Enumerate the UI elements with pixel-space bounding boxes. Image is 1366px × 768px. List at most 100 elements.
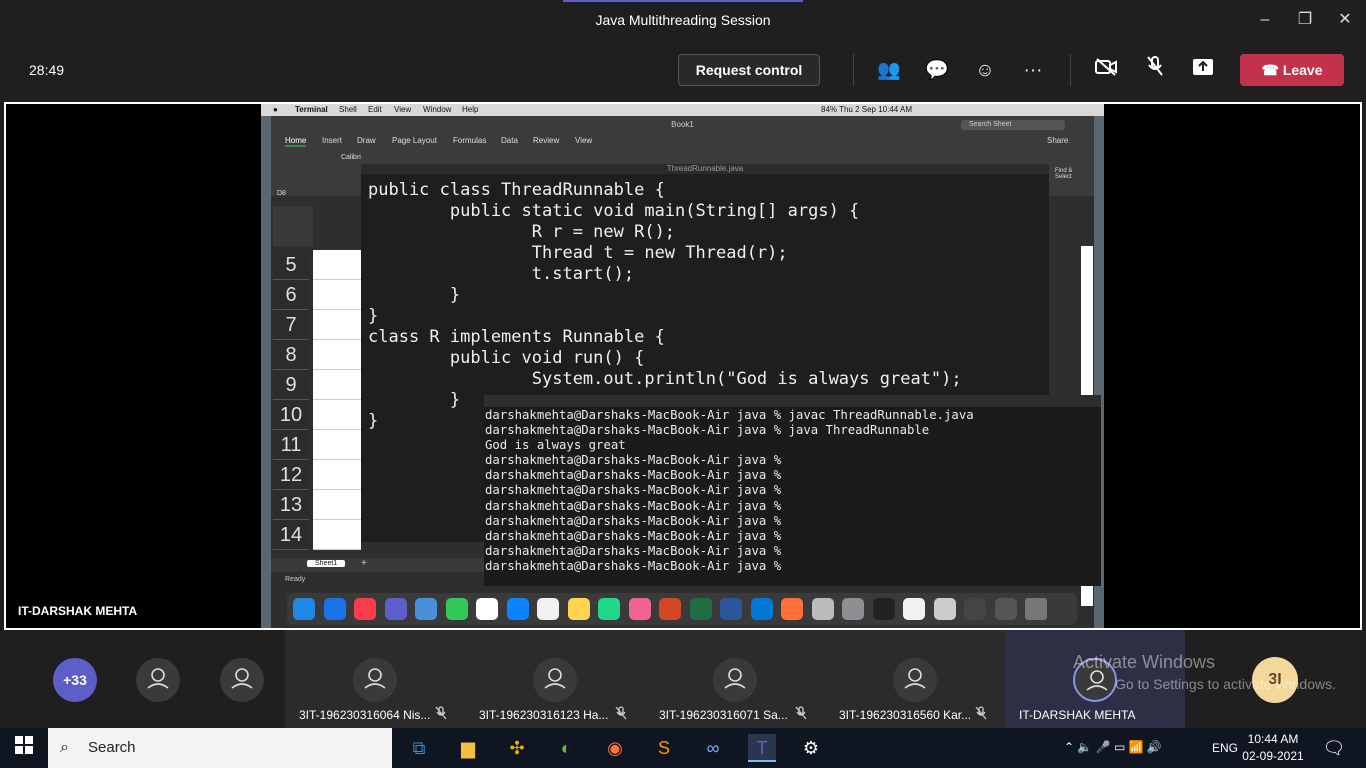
- finder-icon[interactable]: [293, 598, 315, 620]
- photos-icon[interactable]: [628, 598, 651, 620]
- firefox-icon[interactable]: [781, 598, 803, 620]
- chat-icon[interactable]: 💬: [922, 56, 952, 86]
- notifications-icon[interactable]: 🗨: [1320, 734, 1348, 762]
- grid-cell[interactable]: [313, 430, 361, 460]
- grid-cell[interactable]: [313, 400, 361, 430]
- window-icon[interactable]: [964, 598, 986, 620]
- participant-tile[interactable]: 3IT-196230316071 Sa...: [645, 630, 825, 728]
- notes-icon[interactable]: [567, 598, 590, 620]
- file-explorer-icon[interactable]: ▆: [454, 734, 482, 762]
- facetime-icon[interactable]: [445, 598, 468, 620]
- sublime-icon[interactable]: S: [650, 734, 678, 762]
- calendar-icon[interactable]: [476, 598, 498, 620]
- share-screen-icon[interactable]: [1188, 56, 1218, 86]
- reminders-icon[interactable]: [537, 598, 559, 620]
- grid-cell[interactable]: [313, 280, 361, 310]
- participant-tile[interactable]: 3IT-196230316123 Ha...: [465, 630, 645, 728]
- mac-status: 84% Thu 2 Sep 10:44 AM: [821, 105, 913, 114]
- row-number[interactable]: 14: [273, 520, 309, 550]
- grid-cell[interactable]: [313, 460, 361, 490]
- excel-tab-view[interactable]: View: [575, 136, 592, 145]
- request-control-button[interactable]: Request control: [678, 54, 820, 86]
- app-icon[interactable]: ∞: [699, 734, 727, 762]
- grid-cell[interactable]: [313, 340, 361, 370]
- folder-icon[interactable]: [994, 598, 1017, 620]
- row-number[interactable]: 13: [273, 490, 309, 520]
- participant-tile[interactable]: 3IT-196230316064 Nis...: [285, 630, 465, 728]
- mail-icon[interactable]: [415, 598, 437, 620]
- row-number[interactable]: 8: [273, 340, 309, 370]
- maximize-icon[interactable]: ❐: [1290, 8, 1320, 32]
- row-number[interactable]: 6: [273, 280, 309, 310]
- settings-icon[interactable]: ⚙: [797, 734, 825, 762]
- app-store-icon[interactable]: [506, 598, 529, 620]
- taskbar-search[interactable]: ⌕ Search: [48, 728, 392, 768]
- add-sheet-icon[interactable]: +: [361, 558, 367, 569]
- excel-tab-home[interactable]: Home: [285, 136, 307, 147]
- reactions-icon[interactable]: ☺: [970, 56, 1000, 86]
- files-icon[interactable]: [933, 598, 956, 620]
- powerpoint-icon[interactable]: [659, 598, 681, 620]
- close-icon[interactable]: ✕: [1330, 8, 1360, 32]
- row-number[interactable]: 9: [273, 370, 309, 400]
- row-number[interactable]: 10: [273, 400, 309, 430]
- excel-tab-page-layout[interactable]: Page Layout: [392, 136, 437, 145]
- language-indicator[interactable]: ENG: [1212, 741, 1238, 755]
- sheet-tab[interactable]: Sheet1: [307, 560, 346, 567]
- terminal-minimize-icon[interactable]: [500, 398, 507, 405]
- terminal-window[interactable]: java — -zsh — 80×24 darshakmehta@Darshak…: [484, 395, 1101, 586]
- more-options-icon[interactable]: ···: [1018, 56, 1048, 86]
- textedit-icon[interactable]: [903, 598, 925, 620]
- pycharm-icon[interactable]: [598, 598, 620, 620]
- settings-icon[interactable]: [842, 598, 864, 620]
- terminal-zoom-icon[interactable]: [511, 398, 518, 405]
- minimize-icon[interactable]: –: [1250, 8, 1280, 32]
- preview-icon[interactable]: [811, 598, 834, 620]
- music-icon[interactable]: [354, 598, 376, 620]
- row-number[interactable]: 12: [273, 460, 309, 490]
- system-tray-icons[interactable]: ⌃ 🔈 🎤 ▭ 📶 🔊: [1064, 740, 1162, 754]
- phone-hangup-icon: ☎: [1261, 62, 1279, 78]
- terminal-icon[interactable]: [872, 598, 895, 620]
- grid-cell[interactable]: [313, 250, 361, 280]
- taskbar-clock[interactable]: 10:44 AM 02-09-2021: [1240, 731, 1306, 765]
- remote-desktop-icon[interactable]: [750, 598, 773, 620]
- font-name[interactable]: Calibri: [341, 154, 361, 161]
- grid-cell[interactable]: [313, 520, 361, 550]
- trash-icon[interactable]: [1025, 598, 1047, 620]
- word-icon[interactable]: [720, 598, 742, 620]
- grid-cell[interactable]: [313, 490, 361, 520]
- terminal-close-icon[interactable]: [489, 398, 496, 405]
- select-all-corner[interactable]: [273, 206, 313, 246]
- more-participants-badge[interactable]: +33: [53, 658, 97, 702]
- firefox-icon[interactable]: ◉: [601, 734, 629, 762]
- participant-tile[interactable]: 3IT-196230316560 Kar...: [825, 630, 1005, 728]
- excel-tab-insert[interactable]: Insert: [322, 136, 342, 145]
- excel-search[interactable]: Search Sheet: [961, 120, 1065, 130]
- teams-icon[interactable]: [384, 598, 407, 620]
- people-icon[interactable]: 👥: [874, 56, 904, 86]
- camera-off-icon[interactable]: [1091, 56, 1121, 86]
- row-number[interactable]: 7: [273, 310, 309, 340]
- excel-icon[interactable]: [689, 598, 712, 620]
- grid-cell[interactable]: [313, 310, 361, 340]
- teams-icon[interactable]: T: [748, 734, 776, 762]
- excel-tab-review[interactable]: Review: [533, 136, 559, 145]
- row-number[interactable]: 5: [273, 250, 309, 280]
- grid-cell[interactable]: [313, 370, 361, 400]
- excel-share-button[interactable]: Share: [1047, 136, 1068, 145]
- excel-tab-data[interactable]: Data: [501, 136, 518, 145]
- avatar: [136, 658, 180, 702]
- windows-start-icon[interactable]: [10, 734, 38, 762]
- app-icon[interactable]: ✣: [503, 734, 531, 762]
- leave-button[interactable]: ☎ Leave: [1240, 54, 1344, 86]
- row-number[interactable]: 11: [273, 430, 309, 460]
- safari-icon[interactable]: [323, 598, 346, 620]
- vscode-icon[interactable]: ⧉: [405, 734, 433, 762]
- find-select-button[interactable]: Find & Select: [1055, 168, 1089, 180]
- excel-tab-formulas[interactable]: Formulas: [453, 136, 486, 145]
- title-bar: Java Multithreading Session – ❐ ✕: [0, 0, 1366, 40]
- excel-tab-draw[interactable]: Draw: [357, 136, 376, 145]
- app-icon[interactable]: ◐: [552, 734, 580, 762]
- mic-off-icon[interactable]: [1140, 56, 1170, 86]
